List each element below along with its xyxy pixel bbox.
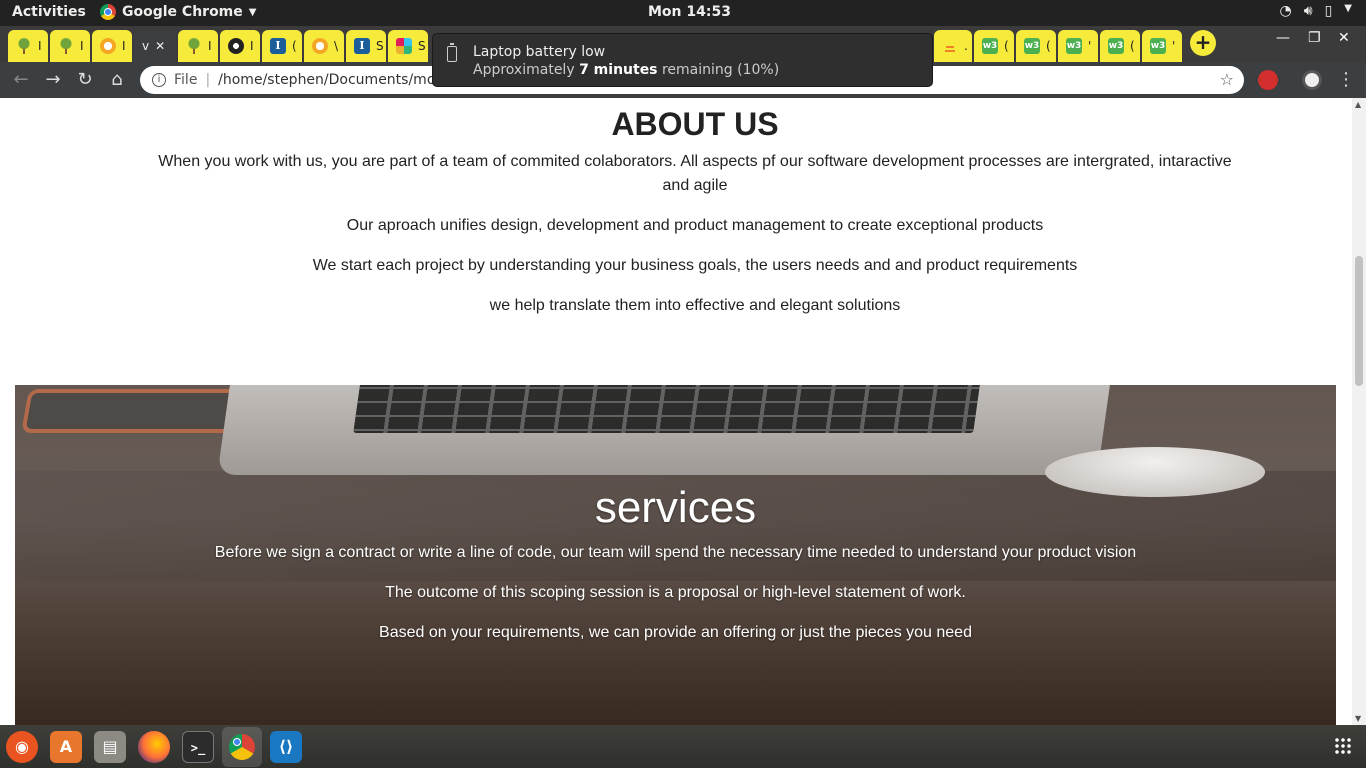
notification-title: Laptop battery low [473, 44, 606, 60]
laptop-image [217, 385, 1113, 475]
about-paragraph: We start each project by understanding y… [312, 257, 1078, 274]
scrollbar-thumb[interactable] [1355, 256, 1363, 386]
reload-icon[interactable]: ↻ [74, 69, 96, 90]
menu-kebab-icon[interactable]: ⋮ [1335, 69, 1357, 90]
w3-icon: w3 [1024, 38, 1040, 54]
ib-icon: I [270, 38, 286, 54]
notification-body: Approximately 7 minutes remaining (10%) [473, 62, 780, 78]
services-heading: services [594, 483, 757, 532]
volume-icon: 🔊︎ [1303, 3, 1313, 19]
w3-icon: w3 [1066, 38, 1082, 54]
w3-icon: w3 [1108, 38, 1124, 54]
about-section: ABOUT US When you work with us, you are … [0, 98, 1352, 318]
activities-button[interactable]: Activities [12, 4, 86, 20]
show-applications-icon[interactable] [1334, 737, 1352, 755]
chrome-icon [100, 4, 116, 20]
battery-icon [447, 43, 457, 62]
new-tab-button[interactable]: + [1190, 30, 1216, 56]
system-tray[interactable]: ◔ 🔊︎ ▯ ▼ [1280, 3, 1352, 19]
tab[interactable]: I [50, 30, 90, 62]
battery-icon: ▯ [1324, 3, 1333, 19]
stackoverflow-icon [942, 38, 958, 54]
profile-avatar-icon[interactable] [1302, 70, 1322, 90]
address-url: /home/stephen/Documents/morin [218, 72, 454, 88]
tab[interactable]: w3( [974, 30, 1014, 62]
files-icon[interactable]: ▤ [94, 731, 126, 763]
address-separator: | [205, 72, 211, 88]
services-paragraph: The outcome of this scoping session is a… [385, 584, 966, 601]
forward-icon[interactable]: → [42, 69, 64, 90]
about-paragraph: we help translate them into effective an… [489, 297, 901, 314]
clock[interactable]: Mon 14:53 [648, 4, 731, 20]
terminal-icon[interactable]: >_ [182, 731, 214, 763]
page-scrollbar[interactable]: ▲ ▼ [1352, 98, 1366, 725]
globe-icon [312, 38, 328, 54]
slack-icon [396, 38, 412, 54]
keyboard-image [353, 385, 982, 433]
tab[interactable]: IS [346, 30, 386, 62]
ubuntu-dock: ◉ A ▤ >_ ⟨⟩ [0, 725, 1366, 768]
extension-icon[interactable] [1258, 70, 1278, 90]
chrome-icon [229, 734, 255, 760]
about-paragraph: Our aproach unifies design, development … [346, 217, 1044, 234]
software-updater-icon[interactable]: A [50, 731, 82, 763]
globe-icon [100, 38, 116, 54]
scroll-up-icon[interactable]: ▲ [1355, 100, 1361, 109]
tab[interactable]: . [934, 30, 972, 62]
chrome-dock-item[interactable] [222, 727, 262, 767]
tab[interactable]: I( [262, 30, 302, 62]
tab[interactable]: I [220, 30, 260, 62]
bookmark-star-icon[interactable]: ☆ [1220, 70, 1234, 89]
home-icon[interactable]: ⌂ [106, 69, 128, 90]
page-viewport: ABOUT US When you work with us, you are … [0, 98, 1352, 725]
maximize-icon[interactable]: ❐ [1308, 30, 1321, 46]
github-icon [228, 38, 244, 54]
tab[interactable]: \ [304, 30, 344, 62]
vscode-icon[interactable]: ⟨⟩ [270, 731, 302, 763]
battery-notification[interactable]: Laptop battery low Approximately 7 minut… [432, 33, 933, 87]
address-scheme: File [174, 72, 198, 88]
scroll-down-icon[interactable]: ▼ [1355, 714, 1361, 723]
chevron-down-icon: ▼ [1344, 3, 1352, 14]
back-icon[interactable]: ← [10, 69, 32, 90]
tree-icon [16, 38, 32, 54]
services-paragraph: Based on your requirements, we can provi… [379, 624, 972, 641]
tab[interactable]: w3 ' [1142, 30, 1182, 62]
system-top-bar: Activities Google Chrome ▼ Mon 14:53 ◔ 🔊… [0, 0, 1366, 26]
ib-icon: I [354, 38, 370, 54]
tree-icon [58, 38, 74, 54]
ubuntu-software-icon[interactable]: ◉ [6, 731, 38, 763]
info-icon[interactable]: i [152, 73, 166, 87]
services-paragraph: Before we sign a contract or write a lin… [214, 544, 1137, 561]
w3-icon: w3 [1150, 38, 1166, 54]
chevron-down-icon: ▼ [248, 6, 257, 18]
tab[interactable]: I [8, 30, 48, 62]
services-section: services Before we sign a contract or wr… [15, 385, 1336, 725]
tab[interactable]: S [388, 30, 428, 62]
wifi-icon: ◔ [1279, 3, 1292, 19]
about-paragraph: When you work with us, you are part of a… [158, 153, 1232, 194]
tab[interactable]: I [92, 30, 132, 62]
tab-active[interactable]: v ✕ [134, 30, 176, 62]
tab[interactable]: I [178, 30, 218, 62]
close-icon[interactable]: ✕ [155, 39, 165, 53]
about-heading: ABOUT US [611, 106, 779, 142]
tab[interactable]: w3 ' [1058, 30, 1098, 62]
app-menu[interactable]: Google Chrome ▼ [100, 4, 256, 20]
w3-icon: w3 [982, 38, 998, 54]
tab[interactable]: w3( [1100, 30, 1140, 62]
app-menu-label: Google Chrome [122, 4, 243, 20]
minimize-icon[interactable]: — [1276, 30, 1290, 46]
close-window-icon[interactable]: ✕ [1338, 30, 1350, 46]
tree-icon [186, 38, 202, 54]
firefox-icon[interactable] [138, 731, 170, 763]
tab[interactable]: w3( [1016, 30, 1056, 62]
